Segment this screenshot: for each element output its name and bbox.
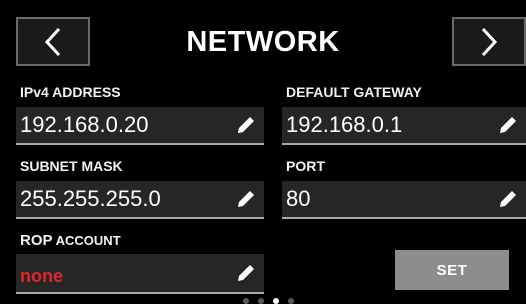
rop-account-label: ROP ACCOUNT (20, 232, 121, 249)
page-dot (258, 298, 264, 304)
next-page-button[interactable] (452, 17, 526, 66)
ipv4-value: 192.168.0.20 (20, 112, 149, 137)
prev-page-button[interactable] (16, 17, 90, 66)
pencil-icon[interactable] (494, 111, 522, 139)
chevron-left-icon (44, 27, 61, 56)
rop-label-strong: ROP (20, 232, 53, 249)
pencil-icon[interactable] (232, 185, 260, 213)
gateway-label: DEFAULT GATEWAY (286, 84, 422, 100)
subnet-label: SUBNET MASK (20, 158, 123, 174)
pencil-icon[interactable] (232, 259, 260, 287)
subnet-value: 255.255.255.0 (20, 186, 161, 211)
rop-label-rest: ACCOUNT (52, 233, 121, 248)
port-label: PORT (286, 158, 325, 174)
gateway-value: 192.168.0.1 (286, 112, 403, 137)
ipv4-field[interactable]: 192.168.0.20 (16, 107, 264, 145)
port-value: 80 (286, 186, 311, 211)
set-button[interactable]: SET (395, 250, 509, 290)
rop-account-value: none (20, 265, 63, 286)
subnet-field[interactable]: 255.255.255.0 (16, 181, 264, 219)
page-title: NETWORK (186, 26, 340, 58)
rop-account-field[interactable]: none (16, 254, 264, 294)
port-field[interactable]: 80 (282, 181, 526, 219)
gateway-field[interactable]: 192.168.0.1 (282, 107, 526, 145)
page-dot-active (273, 298, 279, 304)
ipv4-label: IPv4 ADDRESS (20, 84, 121, 100)
page-indicator (243, 298, 294, 304)
page-dot (243, 298, 249, 304)
pencil-icon[interactable] (232, 111, 260, 139)
pencil-icon[interactable] (494, 185, 522, 213)
page-dot (288, 298, 294, 304)
chevron-right-icon (481, 27, 498, 56)
